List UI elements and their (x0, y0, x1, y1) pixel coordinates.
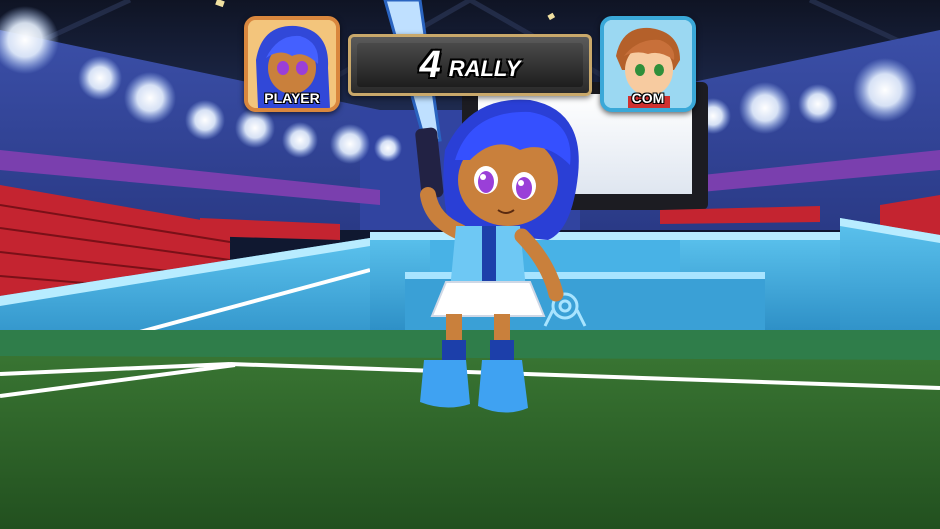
player-portrait: PLAYER (244, 16, 340, 112)
tennis-court (0, 330, 940, 529)
com-portrait: COM (600, 16, 696, 112)
rally-label: RALLY (448, 56, 521, 81)
com-label: COM (631, 90, 665, 106)
rally-counter: 4 RALLY (348, 34, 592, 96)
rally-count: 4 (419, 43, 441, 86)
player-label: PLAYER (264, 90, 320, 106)
